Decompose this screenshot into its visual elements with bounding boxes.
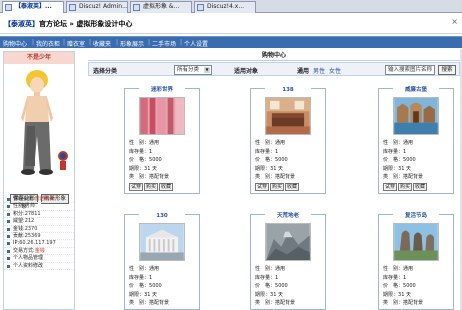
sidebar-title: 不是少年 [4, 52, 74, 64]
site-header: 【泰淑英】官方论坛 » 虚拟形象设计中心 × [0, 14, 462, 34]
category-label: 选择分类 [93, 68, 118, 75]
section-title: 购物中心 [88, 51, 460, 61]
nav-second-hand[interactable]: 二手市场 [152, 39, 176, 48]
favorite-button[interactable]: 收藏 [413, 183, 428, 191]
tab-discuz-4x[interactable]: Discuz!4.x... [194, 1, 256, 13]
usage-label: 通用 [297, 68, 310, 75]
product-actions: 试穿 购买 收藏 [129, 183, 174, 191]
sidebar: 不是少年 保存此形象 刷新形象 管理头衔:普通会员 性别:男帅 积分:27811… [3, 51, 75, 310]
info-row: 贡献:25369 [4, 233, 74, 241]
product-title[interactable]: 130 [139, 212, 185, 220]
tab-label: Discuz!4.x... [207, 3, 245, 10]
info-row: 金钱:2370 [4, 226, 74, 233]
nav-separator: | [32, 39, 35, 46]
product-title[interactable]: 复活节岛 [393, 212, 439, 220]
product-title[interactable]: 天荒地老 [265, 212, 311, 220]
product-thumbnail[interactable] [265, 97, 311, 135]
category-select[interactable]: 所有分类 ▼ [174, 65, 212, 75]
nav-gift-room[interactable]: 赠衣室 [67, 39, 85, 48]
forum-tag[interactable]: 【泰淑英】 [4, 20, 39, 28]
nav-separator: | [180, 39, 183, 46]
product-actions: 试穿 购买 收藏 [255, 183, 300, 191]
search-button[interactable]: 搜索 [438, 65, 456, 75]
product-thumbnail[interactable] [393, 97, 439, 135]
product-thumbnail[interactable] [265, 223, 311, 261]
female-link[interactable]: 女性 [329, 66, 341, 75]
product-meta: 性 别：通用 库存量：1 价 格：5000 期限：31 天 类 别：搭配背景 [129, 266, 170, 306]
nav-separator: | [89, 39, 92, 46]
page-title: 【泰淑英】官方论坛 » 虚拟形象设计中心 [4, 19, 132, 29]
info-row: 性别:男帅 [4, 203, 74, 211]
favorite-button[interactable]: 收藏 [159, 183, 174, 191]
browser-tab-bar: 【泰淑英】... Discuz! Admin... 虚拟形象 &... Disc… [0, 0, 462, 13]
product-card: 130 性 别：通用 库存量：1 价 格：5000 期限：31 天 类 别：搭配… [124, 212, 200, 310]
product-meta: 性 别：通用 库存量：1 价 格：5000 期限：31 天 类 别：搭配背景 [255, 140, 296, 180]
tab-active[interactable]: 【泰淑英】... [2, 1, 64, 13]
buy-button[interactable]: 购买 [144, 183, 159, 191]
tab-virtual-image[interactable]: 虚拟形象 &... [130, 1, 192, 13]
product-card: 迷彩世界 性 别：通用 库存量：1 价 格：5000 期限：31 天 类 别：搭… [124, 86, 200, 194]
try-on-button[interactable]: 试穿 [383, 183, 398, 191]
product-meta: 性 别：通用 库存量：1 价 格：5000 期限：31 天 类 别：搭配背景 [383, 266, 424, 306]
nav-my-wardrobe[interactable]: 我的衣柜 [36, 39, 60, 48]
product-title[interactable]: 威廉古堡 [393, 86, 439, 94]
avatar-figure [21, 70, 68, 175]
page-icon [5, 4, 12, 11]
main-nav: 购物中心 | 我的衣柜 | 赠衣室 | 收藏夹 | 形象展示 | 二手市场 | … [0, 36, 462, 48]
nav-settings[interactable]: 个人设置 [184, 39, 208, 48]
product-card: 威廉古堡 性 别：通用 库存量：1 价 格：5000 期限：31 天 类 别：搭… [378, 86, 454, 194]
chevron-down-icon: ▼ [204, 67, 210, 73]
nav-separator: | [116, 39, 119, 46]
product-actions: 试穿 购买 收藏 [383, 183, 428, 191]
product-thumbnail[interactable] [139, 223, 185, 261]
page-icon [197, 4, 204, 11]
tab-discuz-admin[interactable]: Discuz! Admin... [66, 1, 128, 13]
main-content: 购物中心 选择分类 所有分类 ▼ 适用对象 通用 男性 女性 输入搜索图片名称 搜… [88, 51, 460, 310]
info-row: 威望:212 [4, 218, 74, 226]
page-icon [69, 4, 76, 11]
buy-button[interactable]: 购买 [270, 183, 285, 191]
nav-separator: | [148, 39, 151, 46]
search-input[interactable]: 输入搜索图片名称 [385, 65, 435, 75]
product-title[interactable]: 138 [265, 86, 311, 94]
product-meta: 性 别：通用 库存量：1 价 格：5000 期限：31 天 类 别：搭配背景 [383, 140, 424, 180]
profile-edit-link[interactable]: 个人资料修改 [4, 263, 74, 270]
try-on-button[interactable]: 试穿 [129, 183, 144, 191]
page-icon [133, 4, 140, 11]
filter-bar: 选择分类 所有分类 ▼ 适用对象 通用 男性 女性 输入搜索图片名称 搜索 [88, 62, 460, 76]
product-meta: 性 别：通用 库存量：1 价 格：5000 期限：31 天 类 别：搭配背景 [129, 140, 170, 180]
tab-label: 虚拟形象 &... [143, 3, 180, 10]
nav-shopping-center[interactable]: 购物中心 [3, 39, 27, 48]
user-info-list: 管理头衔:普通会员 性别:男帅 积分:27811 威望:212 金钱:2370 … [4, 196, 74, 270]
favorite-button[interactable]: 收藏 [285, 183, 300, 191]
nav-showcase[interactable]: 形象展示 [120, 39, 144, 48]
target-label: 适用对象 [234, 68, 259, 75]
product-meta: 性 别：通用 库存量：1 价 格：5000 期限：31 天 类 别：搭配背景 [255, 266, 296, 306]
tab-label: 【泰淑英】... [15, 3, 52, 10]
nav-favorites[interactable]: 收藏夹 [93, 39, 111, 48]
product-title[interactable]: 迷彩世界 [139, 86, 185, 94]
tab-label: Discuz! Admin... [79, 3, 128, 10]
close-icon[interactable]: × [451, 17, 458, 26]
item-management-link[interactable]: 个人物品管理 [4, 255, 74, 263]
title-text: 官方论坛 » 虚拟形象设计中心 [39, 20, 133, 28]
product-card: 天荒地老 性 别：通用 库存量：1 价 格：5000 期限：31 天 类 别：搭… [250, 212, 326, 310]
product-thumbnail[interactable] [393, 223, 439, 261]
product-card: 复活节岛 性 别：通用 库存量：1 价 格：5000 期限：31 天 类 别：搭… [378, 212, 454, 310]
product-card: 138 性 别：通用 库存量：1 价 格：5000 期限：31 天 类 别：搭配… [250, 86, 326, 194]
info-row: IP:60.26.117.197 [4, 240, 74, 248]
buy-button[interactable]: 购买 [398, 183, 413, 191]
nav-separator: | [63, 39, 66, 46]
male-link[interactable]: 男性 [313, 66, 325, 75]
try-on-button[interactable]: 试穿 [255, 183, 270, 191]
product-thumbnail[interactable] [139, 97, 185, 135]
